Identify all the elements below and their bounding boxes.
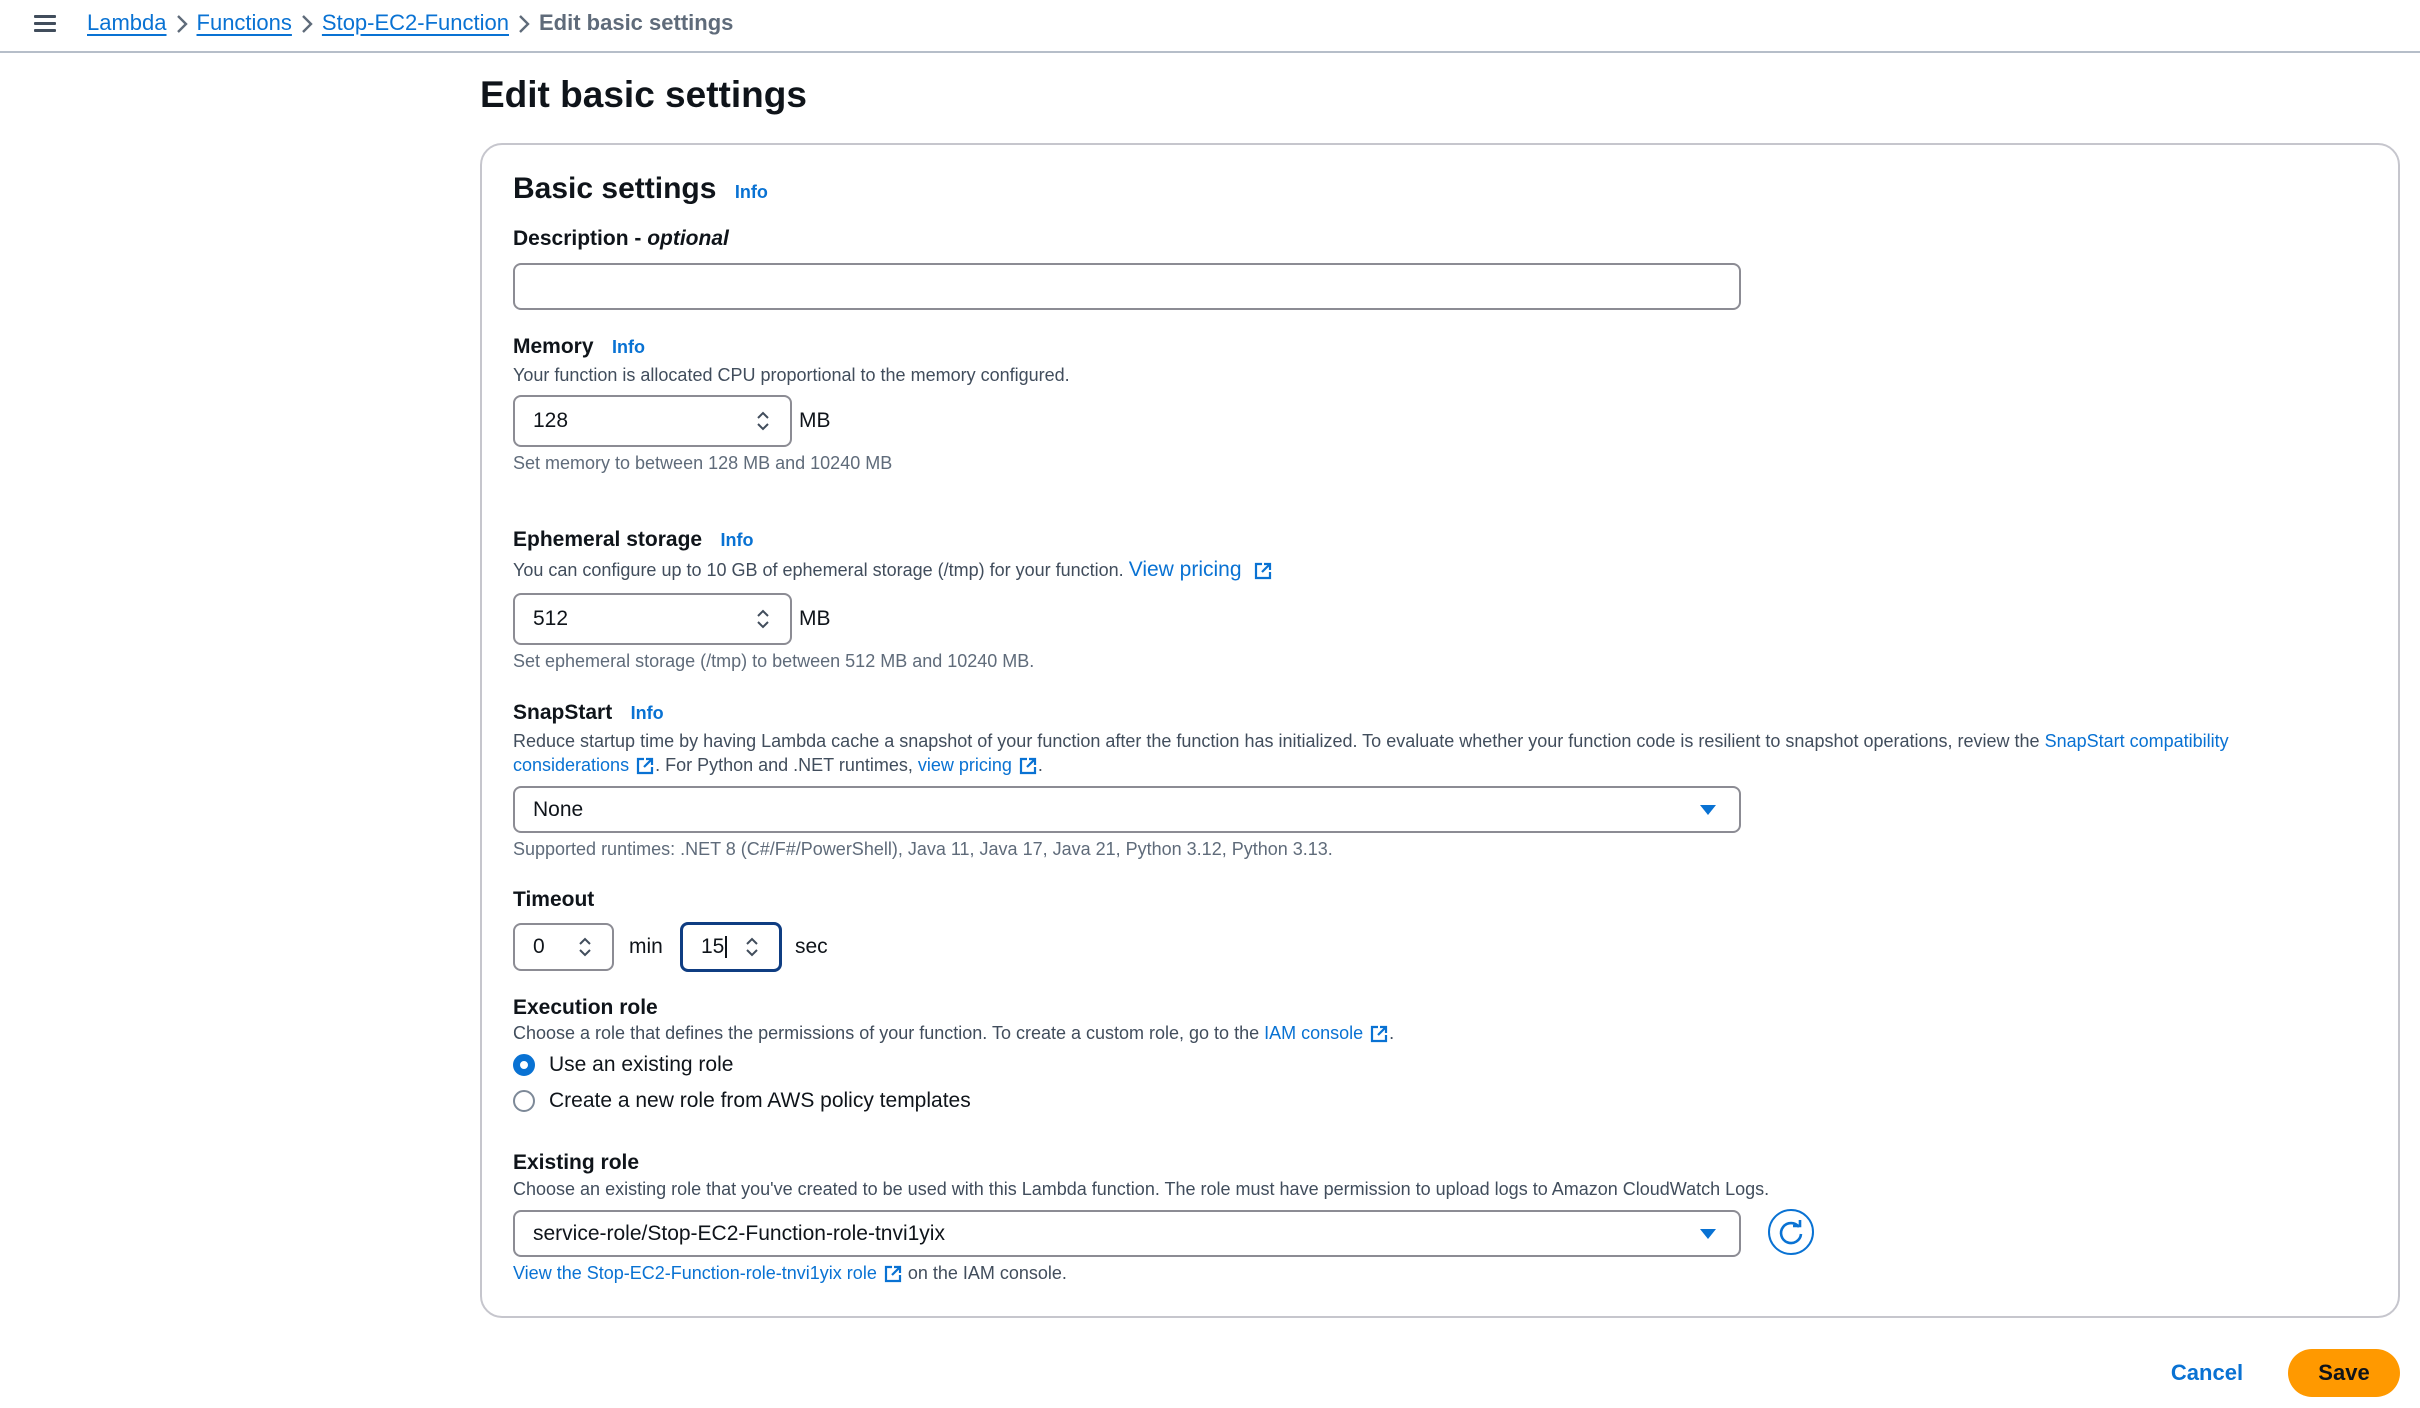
snapstart-compat-link[interactable]: SnapStart compatibility <box>2045 731 2229 751</box>
top-navigation-bar: Lambda Functions Stop-EC2-Function Edit … <box>0 0 2420 53</box>
memory-hint: Set memory to between 128 MB and 10240 M… <box>513 453 893 473</box>
cancel-button[interactable]: Cancel <box>2157 1349 2257 1397</box>
existing-role-description: Choose an existing role that you've crea… <box>513 1179 1770 1199</box>
stepper-icon[interactable] <box>578 934 592 960</box>
save-button[interactable]: Save <box>2288 1349 2400 1397</box>
radio-selected-icon[interactable] <box>513 1054 535 1076</box>
snapstart-view-pricing-link[interactable]: view pricing <box>918 755 1012 775</box>
description-label: Description - optional <box>513 227 729 251</box>
ephemeral-description: You can configure up to 10 GB of ephemer… <box>513 558 1273 582</box>
execution-role-description-end: . <box>1389 1023 1395 1043</box>
view-pricing-link[interactable]: View pricing <box>1129 558 1242 581</box>
breadcrumb-lambda[interactable]: Lambda <box>87 10 167 36</box>
snapstart-select[interactable]: None <box>513 786 1741 833</box>
stepper-icon[interactable] <box>756 408 770 434</box>
timeout-sec-input[interactable]: 15 <box>680 922 782 972</box>
description-input[interactable] <box>513 263 1741 310</box>
refresh-roles-button[interactable] <box>1768 1209 1814 1255</box>
timeout-sec-unit: sec <box>795 935 828 958</box>
snapstart-selected: None <box>533 797 584 821</box>
ephemeral-hint: Set ephemeral storage (/tmp) to between … <box>513 651 1035 671</box>
view-role-suffix: on the IAM console. <box>907 1263 1067 1283</box>
view-role-link[interactable]: View the Stop-EC2-Function-role-tnvi1yix… <box>513 1263 877 1283</box>
ephemeral-header: Ephemeral storage Info <box>513 528 754 552</box>
text-cursor <box>725 936 728 958</box>
panel-title: Basic settings <box>513 172 717 205</box>
ephemeral-info-link[interactable]: Info <box>721 530 754 550</box>
chevron-right-icon <box>509 10 539 36</box>
chevron-right-icon <box>167 10 197 36</box>
memory-unit: MB <box>799 409 831 432</box>
caret-down-icon <box>1700 1228 1716 1239</box>
stepper-icon[interactable] <box>745 934 759 960</box>
external-link-icon <box>1019 758 1037 775</box>
existing-role-label: Existing role <box>513 1151 640 1174</box>
memory-label: Memory <box>513 335 594 358</box>
snapstart-label: SnapStart <box>513 701 613 724</box>
existing-role-selected: service-role/Stop-EC2-Function-role-tnvi… <box>533 1221 945 1245</box>
optional-text: optional <box>647 227 729 250</box>
caret-down-icon <box>1700 804 1716 815</box>
memory-info-link[interactable]: Info <box>612 337 645 357</box>
radio-unselected-icon[interactable] <box>513 1090 535 1112</box>
breadcrumb-function-name[interactable]: Stop-EC2-Function <box>322 10 509 36</box>
snapstart-considerations-link[interactable]: considerations <box>513 755 629 775</box>
radio-use-existing-role[interactable]: Use an existing role <box>513 1053 733 1077</box>
radio-create-new-role[interactable]: Create a new role from AWS policy templa… <box>513 1089 971 1113</box>
ephemeral-description-text: You can configure up to 10 GB of ephemer… <box>513 560 1124 580</box>
snapstart-hint: Supported runtimes: .NET 8 (C#/F#/PowerS… <box>513 839 1333 859</box>
ephemeral-input[interactable]: 512 <box>513 593 792 645</box>
memory-header: Memory Info <box>513 335 645 359</box>
snapstart-info-link[interactable]: Info <box>631 703 664 723</box>
breadcrumb-current: Edit basic settings <box>539 10 734 35</box>
timeout-min-unit: min <box>629 935 663 958</box>
timeout-sec-value: 15 <box>701 935 725 958</box>
breadcrumb: Lambda Functions Stop-EC2-Function Edit … <box>87 8 733 38</box>
external-link-icon <box>1371 1026 1388 1043</box>
memory-input[interactable]: 128 <box>513 395 792 447</box>
timeout-label: Timeout <box>513 888 595 911</box>
radio-label: Use an existing role <box>549 1053 734 1076</box>
basic-settings-panel: Basic settings Info Description - option… <box>480 143 2400 1318</box>
snapstart-header: SnapStart Info <box>513 701 664 725</box>
execution-role-description-text: Choose a role that defines the permissio… <box>513 1023 1265 1043</box>
page-title: Edit basic settings <box>480 74 807 115</box>
breadcrumb-functions[interactable]: Functions <box>197 10 292 36</box>
existing-role-select[interactable]: service-role/Stop-EC2-Function-role-tnvi… <box>513 1210 1741 1257</box>
snapstart-description-text: Reduce startup time by having Lambda cac… <box>513 731 2045 751</box>
info-link[interactable]: Info <box>735 182 768 202</box>
memory-description: Your function is allocated CPU proportio… <box>513 365 1070 385</box>
execution-role-description: Choose a role that defines the permissio… <box>513 1023 1394 1044</box>
external-link-icon <box>636 758 654 775</box>
radio-label: Create a new role from AWS policy templa… <box>549 1089 971 1112</box>
chevron-right-icon <box>292 10 322 36</box>
timeout-min-value: 0 <box>533 935 545 958</box>
execution-role-label: Execution role <box>513 996 658 1019</box>
ephemeral-label: Ephemeral storage <box>513 528 703 551</box>
description-label-text: Description - <box>513 227 648 250</box>
panel-header: Basic settings Info <box>513 172 768 206</box>
view-role-line: View the Stop-EC2-Function-role-tnvi1yix… <box>513 1263 1067 1284</box>
stepper-icon[interactable] <box>756 606 770 632</box>
ephemeral-unit: MB <box>799 607 831 630</box>
snapstart-description-text-2: . For Python and .NET runtimes, <box>655 755 918 775</box>
external-link-icon <box>1254 563 1271 580</box>
menu-icon[interactable] <box>34 13 58 35</box>
refresh-icon <box>1779 1220 1803 1245</box>
memory-value: 128 <box>533 409 569 432</box>
snapstart-description: Reduce startup time by having Lambda cac… <box>513 729 2313 777</box>
timeout-min-input[interactable]: 0 <box>513 923 614 971</box>
external-link-icon <box>884 1266 901 1283</box>
snapstart-description-end: . <box>1037 755 1043 775</box>
iam-console-link[interactable]: IAM console <box>1264 1023 1363 1043</box>
ephemeral-value: 512 <box>533 607 569 630</box>
